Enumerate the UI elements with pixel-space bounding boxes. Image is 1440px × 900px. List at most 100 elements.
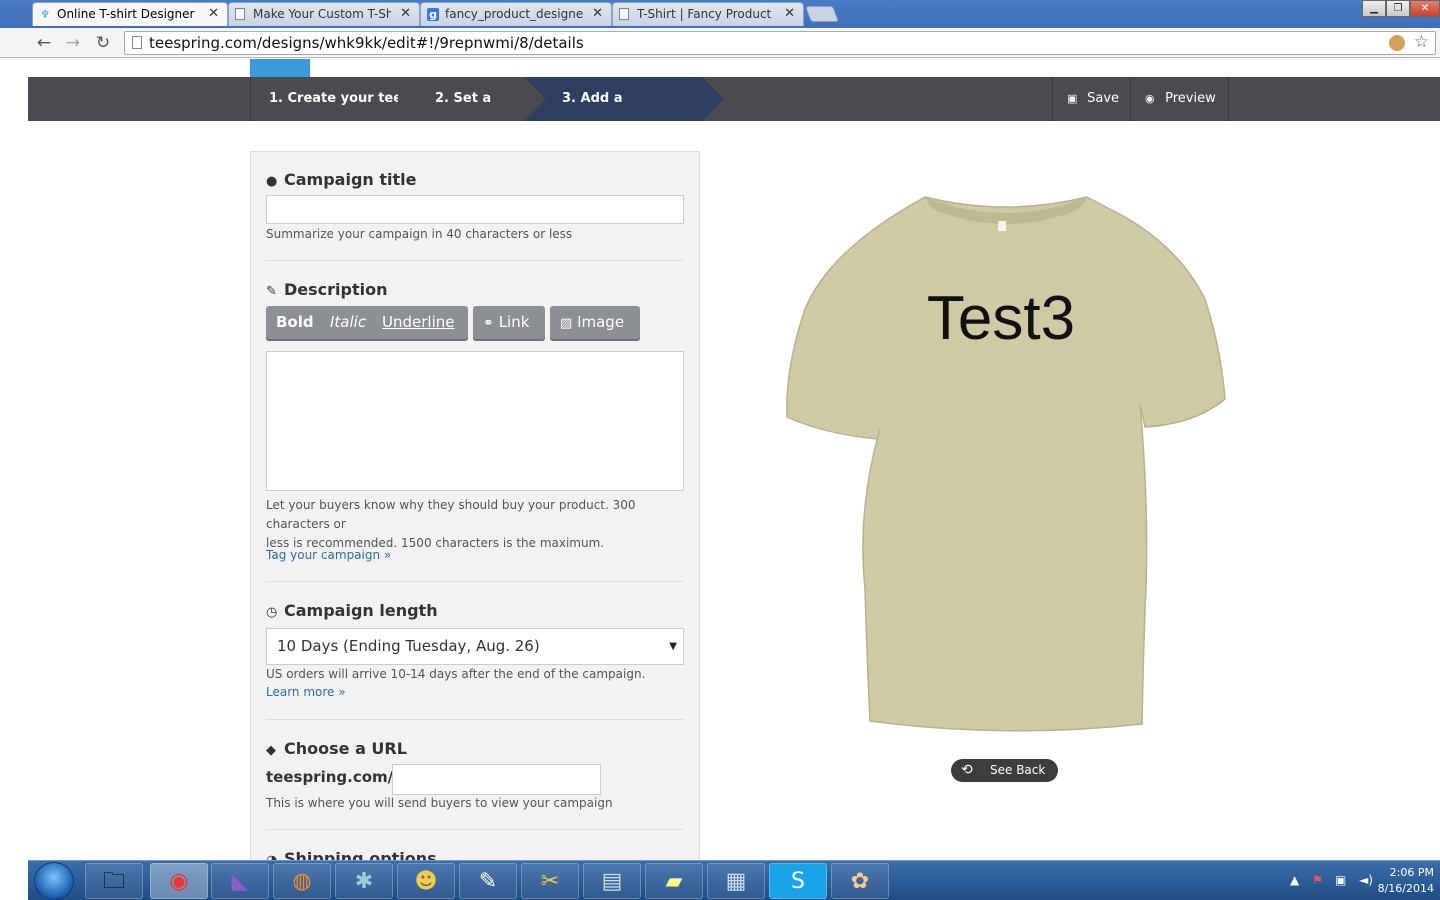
volume-icon[interactable]: ◄): [1359, 873, 1373, 887]
browser-tab-4[interactable]: T-Shirt | Fancy Product De ✕: [612, 2, 804, 26]
windows-taskbar: 🗀 ◉ ◣ ◍ ✱ ☻ ✎ ✂ ▤ ▰ ▦ S ✿ ▲ ⚑ ▣ ◄) 2:06 …: [28, 860, 1440, 900]
campaign-length-hint: US orders will arrive 10-14 days after t…: [266, 667, 646, 681]
step-create-your-tee[interactable]: 1. Create your tee: [250, 77, 408, 121]
pencil-icon: ✎: [266, 284, 277, 299]
save-button[interactable]: ▣ Save: [1052, 77, 1130, 121]
preview-button[interactable]: ◉ Preview: [1130, 77, 1229, 121]
see-back-button[interactable]: ⟲ See Back: [951, 759, 1058, 782]
browser-tab-title: T-Shirt | Fancy Product De: [637, 7, 775, 21]
extension-icon[interactable]: [1389, 35, 1405, 51]
divider: [266, 829, 684, 830]
browser-tab-2[interactable]: Make Your Custom T-Shir ✕: [228, 2, 420, 26]
paint-icon[interactable]: ✿: [831, 863, 889, 899]
browser-tab-title: Make Your Custom T-Shir: [253, 7, 391, 21]
bookmark-star-icon[interactable]: ☆: [1414, 32, 1429, 52]
underline-button[interactable]: Underline: [382, 306, 454, 339]
user-icon: ●: [266, 174, 278, 189]
campaign-title-heading: ● Campaign title: [266, 170, 416, 189]
description-label: Description: [284, 280, 388, 299]
close-tab-icon[interactable]: ✕: [208, 3, 219, 25]
top-blue-tab[interactable]: [250, 59, 310, 77]
system-clock[interactable]: 2:06 PM 8/16/2014: [1378, 865, 1434, 897]
tools-icon[interactable]: ✂: [521, 863, 579, 899]
description-textarea[interactable]: [266, 351, 684, 491]
campaign-length-label: Campaign length: [284, 601, 438, 620]
browser-tab-title: Online T-shirt Designer » I: [57, 7, 199, 21]
choose-url-heading: ◆ Choose a URL: [266, 739, 407, 758]
sticky-notes-icon[interactable]: ▰: [645, 863, 703, 899]
image-icon: ▨: [560, 316, 573, 331]
notepad-plus-icon[interactable]: ✎: [459, 863, 517, 899]
tshirt-label-tag: [998, 221, 1006, 231]
campaign-details-form: ● Campaign title Summarize your campaign …: [250, 151, 700, 860]
save-label: Save: [1087, 91, 1120, 106]
browser-toolbar: ← → ↻ teespring.com/designs/whk9kk/edit#…: [0, 28, 1440, 58]
description-heading: ✎ Description: [266, 280, 387, 299]
shipping-options-heading: ◔Shipping options: [266, 849, 437, 860]
link-button[interactable]: ⚭ Link: [473, 306, 545, 341]
address-url[interactable]: teespring.com/designs/whk9kk/edit#!/9rep…: [149, 34, 584, 52]
maximize-icon[interactable]: ❐: [1386, 0, 1410, 17]
page-content: 1. Create your tee 2. Set a goal 3. Add …: [28, 59, 1440, 860]
campaign-url-input[interactable]: [392, 764, 601, 795]
tag-icon: ◆: [266, 743, 276, 758]
text-format-group: Bold Italic Underline: [266, 306, 468, 341]
page-icon: [132, 36, 142, 49]
campaign-length-select[interactable]: 10 Days (Ending Tuesday, Aug. 26) ▼: [266, 628, 684, 665]
close-tab-icon[interactable]: ✕: [400, 3, 411, 25]
new-tab-button[interactable]: [805, 6, 839, 22]
divider: [266, 581, 684, 582]
browser-tab-1[interactable]: ♆ Online T-shirt Designer » I ✕: [32, 2, 228, 26]
choose-url-hint: This is where you will send buyers to vi…: [266, 796, 613, 810]
reload-icon[interactable]: ↻: [92, 32, 114, 54]
eye-icon: ◉: [1145, 92, 1155, 105]
firefox-icon[interactable]: ◍: [273, 863, 331, 899]
divider: [266, 719, 684, 720]
browser-tab-title: fancy_product_designer -: [445, 7, 583, 21]
link-label: Link: [498, 313, 530, 331]
notepad-icon[interactable]: ▤: [583, 863, 641, 899]
tshirt-preview[interactable]: Test3: [785, 189, 1227, 735]
description-hint-line: Let your buyers know why they should buy…: [266, 498, 636, 531]
address-bar[interactable]: teespring.com/designs/whk9kk/edit#!/9rep…: [124, 31, 1436, 55]
browser-tab-strip: ♆ Online T-shirt Designer » I ✕ Make You…: [0, 0, 1440, 28]
campaign-title-hint: Summarize your campaign in 40 characters…: [266, 227, 573, 241]
forward-arrow-icon[interactable]: →: [62, 32, 84, 54]
sourcetree-icon[interactable]: ✱: [335, 863, 393, 899]
back-arrow-icon[interactable]: ←: [33, 32, 55, 54]
network-icon[interactable]: ▣: [1335, 873, 1346, 887]
close-window-icon[interactable]: ✕: [1410, 0, 1440, 17]
image-button[interactable]: ▨ Image: [550, 306, 640, 341]
skype-icon[interactable]: S: [769, 863, 827, 899]
step-add-a-description[interactable]: 3. Add a description: [524, 77, 702, 150]
remote-desktop-icon[interactable]: ▦: [707, 863, 765, 899]
italic-button[interactable]: Italic: [330, 306, 366, 339]
close-tab-icon[interactable]: ✕: [592, 3, 603, 25]
explorer-icon[interactable]: 🗀: [85, 863, 143, 899]
chrome-icon[interactable]: ◉: [150, 863, 208, 899]
messenger-icon[interactable]: ☻: [397, 863, 455, 899]
google-favicon-icon: g: [427, 8, 439, 21]
clock-icon: ◷: [266, 605, 278, 620]
image-label: Image: [577, 313, 625, 331]
truck-icon: ◔: [266, 853, 284, 860]
tshirt-body: [786, 196, 1226, 732]
floppy-disk-icon: ▣: [1067, 92, 1078, 105]
tag-campaign-link[interactable]: Tag your campaign »: [266, 548, 391, 562]
bold-button[interactable]: Bold: [276, 306, 314, 339]
action-center-flag-icon[interactable]: ⚑: [1312, 873, 1323, 887]
tshirt-favicon-icon: ♆: [40, 8, 50, 21]
campaign-title-input[interactable]: [266, 195, 684, 224]
visual-studio-icon[interactable]: ◣: [211, 863, 269, 899]
start-button[interactable]: [34, 862, 74, 900]
close-tab-icon[interactable]: ✕: [784, 3, 795, 25]
campaign-length-heading: ◷ Campaign length: [266, 601, 438, 620]
step-set-a-goal[interactable]: 2. Set a goal: [408, 77, 524, 150]
tshirt-design-text[interactable]: Test3: [927, 284, 1075, 353]
minimize-icon[interactable]: ▁: [1362, 0, 1386, 17]
browser-tab-3[interactable]: g fancy_product_designer - ✕: [420, 2, 612, 26]
tray-expand-icon[interactable]: ▲: [1290, 873, 1299, 887]
learn-more-link[interactable]: Learn more »: [266, 685, 346, 699]
step-separator: [702, 77, 724, 121]
shipping-options-label: Shipping options: [284, 849, 437, 860]
